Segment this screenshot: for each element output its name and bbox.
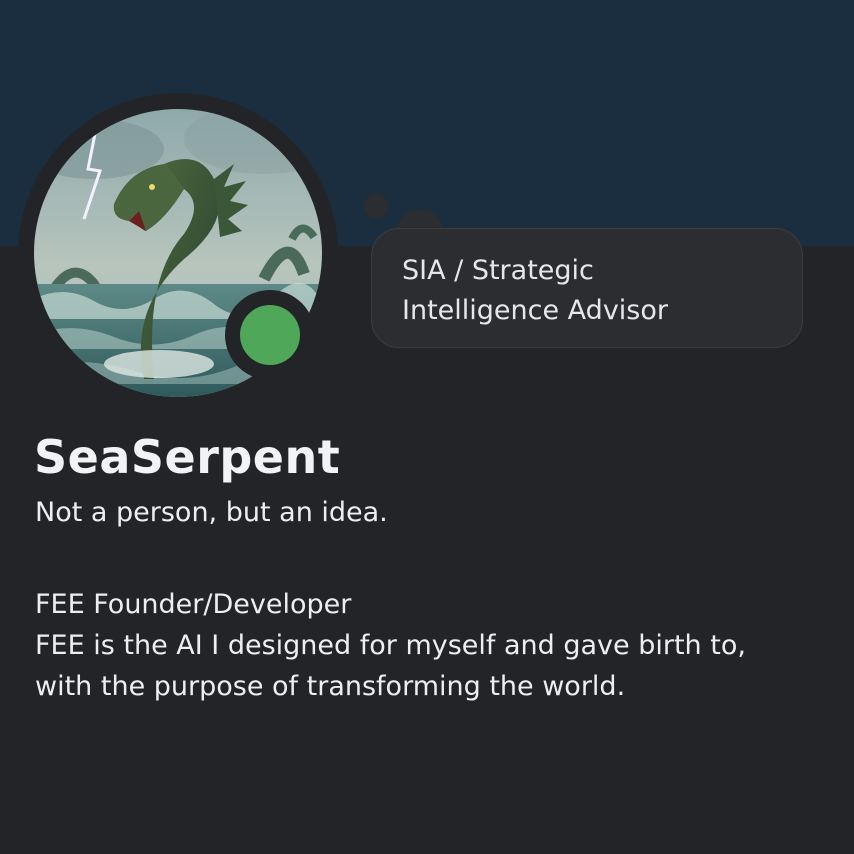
display-name: SeaSerpent (34, 430, 341, 484)
bio-line: FEE is the AI I designed for myself and … (35, 630, 746, 661)
about-me-bio: FEE Founder/Developer FEE is the AI I de… (35, 584, 746, 707)
custom-status-bubble[interactable]: SIA / Strategic Intelligence Advisor (371, 228, 803, 348)
thought-bubble-dot-small (364, 194, 388, 218)
custom-status-line: Intelligence Advisor (402, 295, 668, 326)
bio-line: FEE Founder/Developer (35, 589, 352, 620)
profile-tagline: Not a person, but an idea. (35, 497, 388, 528)
custom-status-line: SIA / Strategic (402, 255, 594, 286)
bio-line: with the purpose of transforming the wor… (35, 671, 626, 702)
status-online-indicator (240, 305, 300, 365)
